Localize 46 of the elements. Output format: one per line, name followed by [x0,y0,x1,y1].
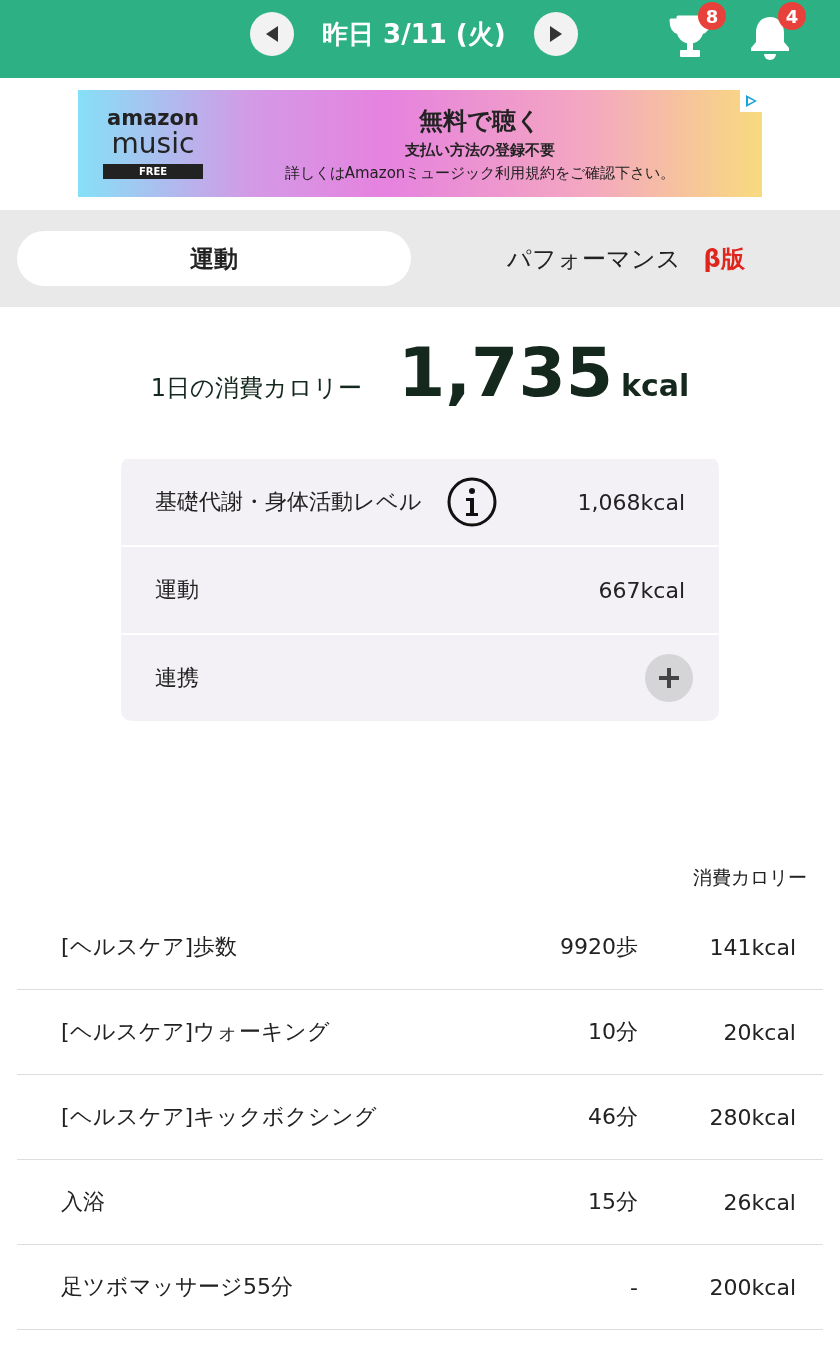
logo-text: amazon [107,108,199,130]
activity-calories: 20kcal [722,1019,797,1045]
activity-name: [ヘルスケア]ウォーキング [60,1018,332,1046]
activity-name: [ヘルスケア]キックボクシング [60,1103,379,1131]
date-title: 昨日 3/11 (火) [322,17,506,51]
next-day-button[interactable] [533,12,578,56]
previous-day-button[interactable] [250,12,294,56]
activity-amount: 15分 [587,1188,638,1216]
tab[interactable]: 運動 [17,231,411,286]
add-button[interactable] [645,654,693,702]
tab-label: パフォーマンス [507,243,682,275]
notification-count-badge: 4 [778,2,806,30]
activity-amount: - [629,1274,638,1300]
info-icon[interactable] [446,476,498,528]
activity-name: 足ツボマッサージ55分 [60,1273,294,1301]
plus-icon [658,667,680,689]
breakdown-value: 1,068kcal [577,489,685,515]
activity-calories: 141kcal [708,934,797,960]
breakdown-label: 連携 [155,664,199,692]
breakdown-label: 運動 [155,576,199,604]
breakdown-label: 基礎代謝・身体活動レベル [155,488,422,516]
activity-name: 入浴 [60,1188,106,1216]
activity-amount: 9920歩 [559,933,638,961]
activity-amount: 10分 [587,1018,638,1046]
column-header: 消費カロリー [693,865,807,890]
activity-name: [ヘルスケア]歩数 [60,933,239,961]
activity-amount: 46分 [587,1103,638,1131]
right-triangle-icon [547,25,564,43]
beta-label: β版 [703,243,745,275]
ad-choices-icon[interactable] [743,93,759,109]
trophy-count-badge: 8 [698,2,726,30]
total-calories-label: 1日の消費カロリー [150,373,362,404]
ad-note: 詳しくはAmazonミュージック利用規約をご確認下さい。 [284,163,676,183]
activity-calories: 200kcal [708,1274,797,1300]
ad-headline: 無料で聴く [419,105,541,137]
tab[interactable]: パフォーマンス β版 [429,231,823,286]
ad-banner[interactable]: amazon music FREE 無料で聴く 支払い方法の登録不要 詳しくはAmazonミュージック利用規約をご確認下さい。 [78,90,762,197]
unit-label: kcal [621,368,690,403]
left-triangle-icon [264,25,280,43]
logo-tag: FREE [102,163,204,179]
ad-subline: 支払い方法の登録不要 [405,140,555,160]
breakdown-value: 667kcal [598,577,685,603]
total-calories-value: 1,735 [397,333,614,412]
activity-calories: 280kcal [708,1104,797,1130]
activity-calories: 26kcal [722,1189,797,1215]
logo-text: music [111,129,195,160]
